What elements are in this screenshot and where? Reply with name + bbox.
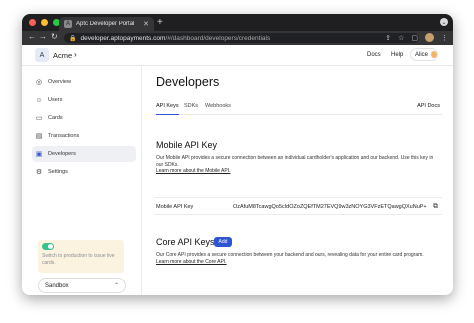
browser-tab[interactable]: A Aptc Developer Portal ✕ bbox=[59, 17, 154, 31]
mobile-api-learn-more-link[interactable]: Learn more about the Mobile API. bbox=[156, 168, 231, 174]
url-host: developer.aptopayments.com bbox=[80, 34, 166, 42]
sidebar-item-transactions[interactable]: ▤ Transactions bbox=[32, 128, 136, 144]
lock-icon: 🔒 bbox=[69, 35, 77, 42]
browser-toolbar: ← → ↻ 🔒 developer.aptopayments.com/#/das… bbox=[22, 31, 453, 45]
tab-webhooks[interactable]: Webhooks bbox=[205, 103, 231, 109]
chevron-right-icon[interactable]: › bbox=[74, 50, 77, 59]
mobile-api-key-label: Mobile API Key bbox=[156, 204, 194, 210]
tab-api-keys[interactable]: API Keys bbox=[156, 103, 179, 115]
minimize-window-button[interactable] bbox=[41, 19, 48, 26]
production-promo: Switch to production to issue live cards… bbox=[38, 240, 124, 273]
sidebar-item-label: Transactions bbox=[48, 133, 80, 139]
mobile-api-description-text: Our Mobile API provides a secure connect… bbox=[156, 155, 434, 168]
sidebar-item-cards[interactable]: ▭ Cards bbox=[32, 110, 136, 126]
browser-window: A Aptc Developer Portal ✕ + ⌄ ← → ↻ 🔒 de… bbox=[22, 14, 453, 295]
sidebar-item-label: Cards bbox=[48, 115, 63, 121]
menu-kebab-icon[interactable]: ⋮ bbox=[441, 34, 448, 42]
cards-icon: ▭ bbox=[35, 115, 43, 122]
tab-search-icon[interactable]: ⌄ bbox=[440, 18, 448, 26]
mobile-api-description: Our Mobile API provides a secure connect… bbox=[156, 155, 440, 175]
sidebar-item-developers[interactable]: ▣ Developers bbox=[32, 146, 136, 162]
sidebar-item-label: Overview bbox=[48, 79, 71, 85]
developer-tabs: API Keys SDKs Webhooks API Docs bbox=[154, 101, 442, 115]
sidebar-item-users[interactable]: ☺ Users bbox=[32, 92, 136, 108]
help-link[interactable]: Help bbox=[391, 52, 403, 58]
bookmark-star-icon[interactable]: ☆ bbox=[398, 34, 404, 42]
user-name: Alice bbox=[415, 51, 429, 58]
promo-text: Switch to production to issue live cards… bbox=[42, 253, 115, 266]
close-window-button[interactable] bbox=[29, 19, 36, 26]
url-path: /#/dashboard/developers/credentials bbox=[165, 34, 271, 42]
environment-label: Sandbox bbox=[45, 282, 69, 289]
forward-icon[interactable]: → bbox=[39, 32, 47, 41]
overview-icon: ◎ bbox=[35, 79, 43, 86]
profile-avatar[interactable] bbox=[425, 33, 434, 42]
users-icon: ☺ bbox=[35, 96, 43, 104]
core-api-learn-more-link[interactable]: Learn more about the Core API. bbox=[156, 259, 227, 265]
reload-icon[interactable]: ↻ bbox=[51, 32, 58, 41]
copy-icon[interactable]: ⧉ bbox=[433, 203, 438, 211]
environment-select[interactable]: Sandbox ⌃ bbox=[38, 278, 126, 293]
new-tab-button[interactable]: + bbox=[157, 17, 163, 28]
mobile-api-key-heading: Mobile API Key bbox=[156, 140, 218, 150]
org-badge[interactable]: A bbox=[35, 48, 49, 62]
sidebar-item-label: Developers bbox=[48, 151, 76, 157]
browser-tab-bar: A Aptc Developer Portal ✕ + ⌄ bbox=[22, 14, 453, 31]
sidebar-item-label: Users bbox=[48, 97, 63, 103]
top-nav: A Acme › Docs Help Alice bbox=[22, 45, 453, 66]
app: A Acme › Docs Help Alice ◎ Overview ☺ Users… bbox=[22, 45, 453, 295]
user-avatar bbox=[431, 51, 437, 58]
extensions-icon[interactable]: ▢ bbox=[411, 34, 418, 42]
page-title: Developers bbox=[156, 75, 220, 89]
settings-icon: ⚙ bbox=[35, 169, 43, 176]
sidebar-item-settings[interactable]: ⚙ Settings bbox=[32, 164, 136, 180]
toolbar-actions: ⇪ ☆ ▢ ⋮ bbox=[385, 33, 448, 42]
developers-icon: ▣ bbox=[35, 151, 43, 158]
transactions-icon: ▤ bbox=[35, 133, 43, 140]
core-api-description: Our Core API provides a secure connectio… bbox=[156, 252, 440, 265]
back-icon[interactable]: ← bbox=[28, 32, 36, 41]
address-bar[interactable]: 🔒 developer.aptopayments.com/#/dashboard… bbox=[64, 33, 419, 43]
browser-tab-title: Aptc Developer Portal bbox=[76, 21, 135, 27]
favicon-icon: A bbox=[64, 20, 72, 28]
sidebar: ◎ Overview ☺ Users ▭ Cards ▤ Transactions ▣ Devel… bbox=[22, 66, 142, 295]
docs-link[interactable]: Docs bbox=[367, 52, 381, 58]
add-core-key-button[interactable]: Add bbox=[214, 237, 232, 247]
share-icon[interactable]: ⇪ bbox=[385, 34, 391, 42]
tab-sdks[interactable]: SDKs bbox=[184, 103, 198, 109]
url-text: developer.aptopayments.com/#/dashboard/d… bbox=[80, 35, 270, 42]
close-tab-icon[interactable]: ✕ bbox=[143, 20, 149, 28]
window-controls bbox=[29, 19, 60, 26]
core-api-description-text: Our Core API provides a secure connectio… bbox=[156, 252, 424, 258]
api-docs-link[interactable]: API Docs bbox=[417, 103, 440, 109]
core-api-keys-heading: Core API Keys bbox=[156, 237, 215, 247]
main-content: Developers API Keys SDKs Webhooks API Do… bbox=[154, 66, 444, 295]
production-toggle[interactable] bbox=[42, 243, 54, 250]
chevron-updown-icon: ⌃ bbox=[113, 283, 119, 289]
user-menu-button[interactable]: Alice bbox=[410, 48, 438, 61]
mobile-api-key-value[interactable]: OzAfuM8TcawgQo5cIdOZoZQEfTM27EVQ9w3zNOYG… bbox=[233, 204, 427, 210]
mobile-api-key-row: Mobile API Key OzAfuM8TcawgQo5cIdOZoZQEf… bbox=[154, 197, 442, 215]
org-name[interactable]: Acme bbox=[53, 51, 72, 60]
sidebar-item-overview[interactable]: ◎ Overview bbox=[32, 74, 136, 90]
sidebar-item-label: Settings bbox=[48, 169, 68, 175]
